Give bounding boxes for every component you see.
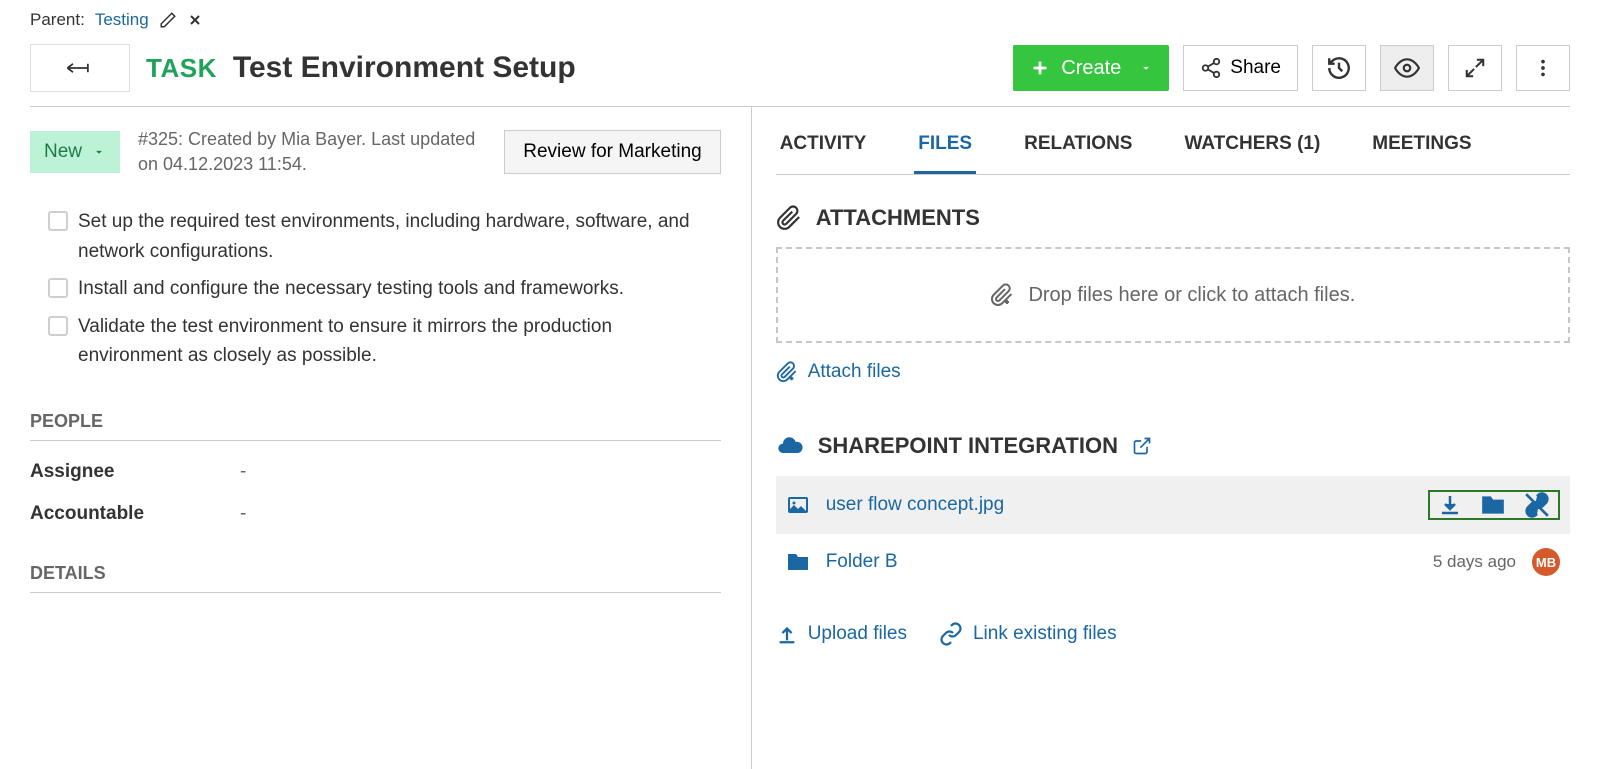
- attach-files-label: Attach files: [808, 361, 901, 383]
- attach-files-link[interactable]: Attach files: [776, 361, 901, 383]
- share-button[interactable]: Share: [1183, 45, 1298, 91]
- sharepoint-title: SHAREPOINT INTEGRATION: [818, 433, 1118, 459]
- share-label: Share: [1230, 57, 1281, 79]
- watch-button[interactable]: [1380, 45, 1434, 91]
- assignee-label: Assignee: [30, 461, 240, 483]
- create-button[interactable]: Create: [1013, 45, 1169, 91]
- image-icon: [786, 493, 810, 517]
- close-icon[interactable]: [187, 12, 203, 28]
- status-label: New: [44, 141, 82, 163]
- upload-icon: [776, 623, 798, 645]
- tab-files[interactable]: FILES: [914, 117, 976, 174]
- description-checklist: Set up the required test environments, i…: [48, 207, 703, 370]
- avatar: MB: [1532, 548, 1560, 576]
- attach-plus-icon: [776, 361, 798, 383]
- breadcrumb-label: Parent:: [30, 10, 85, 30]
- tab-watchers[interactable]: WATCHERS (1): [1180, 117, 1324, 174]
- dropzone-text: Drop files here or click to attach files…: [1028, 284, 1355, 307]
- header: TASK Test Environment Setup Create Share: [0, 30, 1600, 106]
- chevron-down-icon: [92, 145, 106, 159]
- link-existing-label: Link existing files: [973, 623, 1117, 645]
- attachments-header: ATTACHMENTS: [776, 205, 1570, 231]
- breadcrumb-link[interactable]: Testing: [95, 10, 149, 30]
- checklist-text: Install and configure the necessary test…: [78, 274, 624, 303]
- checklist-item: Validate the test environment to ensure …: [48, 312, 703, 371]
- accountable-value: -: [240, 503, 246, 525]
- fullscreen-button[interactable]: [1448, 45, 1502, 91]
- file-actions: [1428, 490, 1560, 520]
- tab-activity[interactable]: ACTIVITY: [776, 117, 871, 174]
- file-row[interactable]: Folder B 5 days ago MB: [776, 534, 1570, 590]
- accountable-label: Accountable: [30, 503, 240, 525]
- download-icon[interactable]: [1438, 492, 1462, 518]
- assignee-field[interactable]: Assignee -: [30, 451, 721, 493]
- checkbox[interactable]: [48, 278, 68, 298]
- create-label: Create: [1061, 57, 1121, 80]
- details-header: DETAILS: [30, 563, 721, 593]
- file-meta: 5 days ago: [1433, 552, 1516, 572]
- unlink-icon[interactable]: [1524, 492, 1550, 518]
- sharepoint-file-list: user flow concept.jpg: [776, 476, 1570, 590]
- file-row[interactable]: user flow concept.jpg: [776, 476, 1570, 534]
- folder-icon: [786, 550, 810, 574]
- cloud-icon: [776, 432, 804, 460]
- more-button[interactable]: [1516, 45, 1570, 91]
- link-existing-link[interactable]: Link existing files: [939, 622, 1117, 646]
- checkbox[interactable]: [48, 316, 68, 336]
- tabs: ACTIVITY FILES RELATIONS WATCHERS (1) ME…: [776, 107, 1570, 175]
- file-name[interactable]: Folder B: [826, 551, 1417, 573]
- upload-files-link[interactable]: Upload files: [776, 622, 907, 646]
- file-name[interactable]: user flow concept.jpg: [826, 494, 1412, 516]
- dropzone[interactable]: Drop files here or click to attach files…: [776, 247, 1570, 343]
- left-pane: New #325: Created by Mia Bayer. Last upd…: [0, 107, 752, 769]
- history-button[interactable]: [1312, 45, 1366, 91]
- checkbox[interactable]: [48, 211, 68, 231]
- people-header: PEOPLE: [30, 411, 721, 441]
- checklist-item: Set up the required test environments, i…: [48, 207, 703, 266]
- checklist-item: Install and configure the necessary test…: [48, 274, 703, 303]
- assignee-value: -: [240, 461, 246, 483]
- folder-open-icon[interactable]: [1480, 492, 1506, 518]
- checklist-text: Validate the test environment to ensure …: [78, 312, 703, 371]
- meta-text: #325: Created by Mia Bayer. Last updated…: [138, 127, 486, 177]
- paperclip-icon: [776, 205, 802, 231]
- right-pane: ACTIVITY FILES RELATIONS WATCHERS (1) ME…: [752, 107, 1600, 769]
- tab-meetings[interactable]: MEETINGS: [1368, 117, 1475, 174]
- review-button[interactable]: Review for Marketing: [504, 130, 720, 174]
- status-dropdown[interactable]: New: [30, 131, 120, 173]
- sharepoint-header: SHAREPOINT INTEGRATION: [776, 432, 1570, 460]
- back-button[interactable]: [30, 44, 130, 92]
- accountable-field[interactable]: Accountable -: [30, 493, 721, 535]
- attach-icon: [990, 283, 1014, 307]
- edit-icon[interactable]: [159, 11, 177, 29]
- tab-relations[interactable]: RELATIONS: [1020, 117, 1136, 174]
- link-icon: [939, 622, 963, 646]
- external-link-icon[interactable]: [1132, 436, 1152, 456]
- attachments-title: ATTACHMENTS: [816, 205, 980, 231]
- checklist-text: Set up the required test environments, i…: [78, 207, 703, 266]
- toolbar: Create Share: [1013, 45, 1570, 91]
- breadcrumb: Parent: Testing: [0, 0, 1600, 30]
- work-package-type: TASK: [146, 53, 217, 84]
- upload-label: Upload files: [808, 623, 907, 645]
- page-title: Test Environment Setup: [233, 51, 997, 85]
